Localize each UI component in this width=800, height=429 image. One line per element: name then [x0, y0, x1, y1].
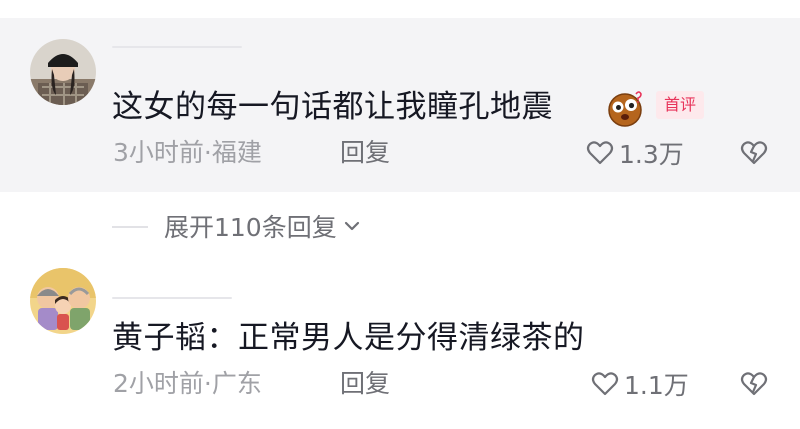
- broken-heart-icon[interactable]: [739, 369, 769, 399]
- comment-location: 广东: [211, 369, 262, 398]
- heart-outline-icon: [586, 141, 614, 165]
- comment-meta: 2小时前·广东: [113, 367, 262, 401]
- shocked-face-emoji-icon: [606, 88, 646, 128]
- like-count: 1.1万: [624, 371, 689, 400]
- username-redacted[interactable]: [112, 297, 232, 299]
- meta-separator: ·: [203, 138, 212, 167]
- expand-replies-label: 展开110条回复: [164, 213, 337, 242]
- expand-replies-button[interactable]: 展开110条回复: [164, 208, 361, 244]
- comment-meta: 3小时前·福建: [113, 136, 262, 170]
- like-button[interactable]: 1.1万: [590, 367, 689, 401]
- username-redacted[interactable]: [112, 46, 242, 48]
- like-count: 1.3万: [619, 140, 684, 169]
- comment-time: 2小时前: [113, 369, 204, 398]
- comment-text: 这女的每一句话都让我瞳孔地震: [112, 89, 553, 125]
- broken-heart-icon[interactable]: [739, 138, 769, 168]
- first-comment-badge: 首评: [656, 91, 705, 119]
- comment-list: 这女的每一句话都让我瞳孔地震 首评 3小时前·福建 回复 1.3万 展开110条…: [0, 0, 800, 429]
- avatar[interactable]: [30, 268, 96, 334]
- reply-button[interactable]: 回复: [340, 136, 390, 170]
- comment-text: 黄子韬：正常男人是分得清绿茶的: [112, 320, 585, 356]
- expand-divider: [112, 226, 148, 228]
- chevron-down-icon: [344, 221, 359, 231]
- reply-button[interactable]: 回复: [340, 367, 390, 401]
- meta-separator: ·: [203, 369, 212, 398]
- avatar[interactable]: [30, 39, 96, 105]
- heart-outline-icon: [591, 372, 619, 396]
- comment-time: 3小时前: [113, 138, 204, 167]
- comment-location: 福建: [211, 138, 262, 167]
- like-button[interactable]: 1.3万: [585, 136, 684, 170]
